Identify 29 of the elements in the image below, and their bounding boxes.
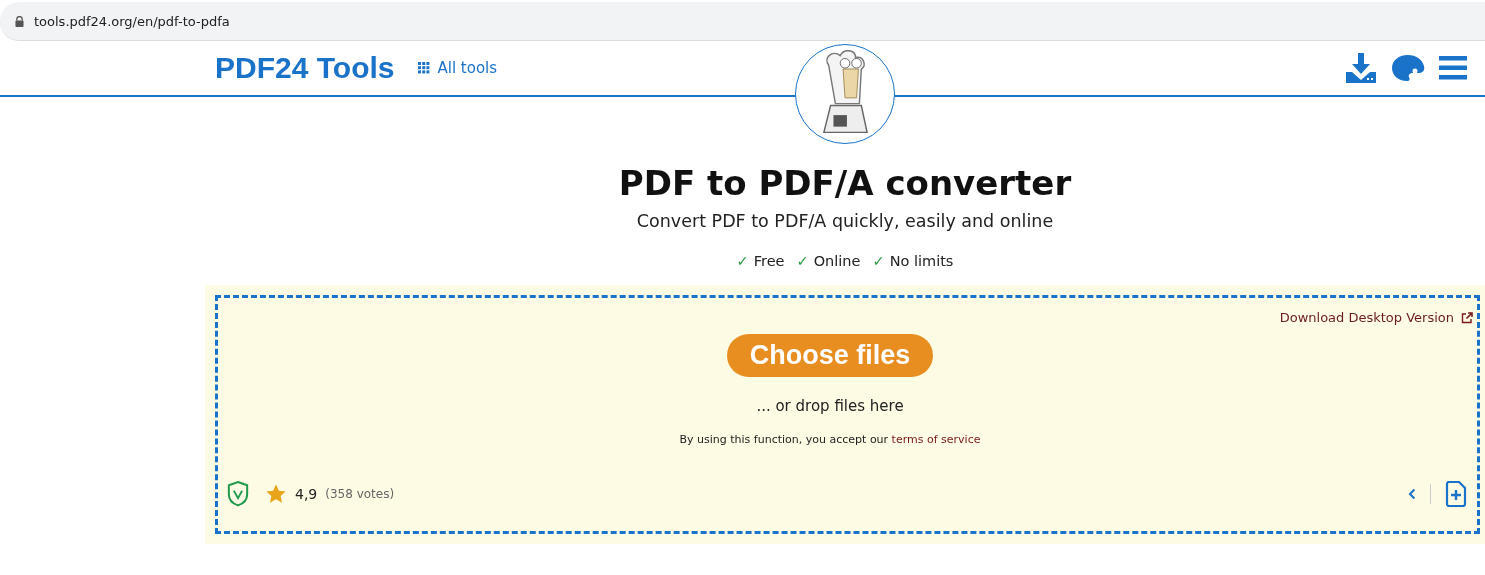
drop-hint: ... or drop files here: [756, 397, 904, 415]
subtitle: Convert PDF to PDF/A quickly, easily and online: [636, 211, 1054, 231]
terms-text: By using this function, you accept our: [679, 433, 889, 446]
url-text: tools.pdf24.org/en/pdf-to-pdfa: [34, 13, 230, 29]
vote-count: (358 votes): [325, 486, 395, 501]
star-icon: [265, 482, 287, 505]
rating-value: 4,9: [295, 485, 318, 502]
chevron-left-icon[interactable]: [1408, 487, 1416, 500]
terms-link[interactable]: terms of service: [891, 433, 981, 446]
feature-label: No limits: [889, 253, 954, 269]
feature-label: Free: [753, 253, 785, 269]
add-file-icon[interactable]: [1445, 480, 1467, 507]
grid-icon: [418, 62, 431, 74]
desktop-version-link[interactable]: Download Desktop Version: [1279, 310, 1454, 325]
shield-check-icon: [227, 480, 249, 507]
download-icon[interactable]: [1345, 52, 1377, 84]
site-logo[interactable]: PDF24 Tools: [215, 51, 395, 85]
all-tools-link[interactable]: All tools: [418, 59, 498, 77]
checkmark: ✓: [736, 253, 749, 269]
menu-icon[interactable]: [1439, 56, 1467, 80]
feature-label: Online: [813, 253, 861, 269]
checkmark: ✓: [872, 253, 885, 269]
lock-icon: [15, 15, 24, 27]
external-link-icon: [1461, 311, 1473, 324]
address-bar[interactable]: tools.pdf24.org/en/pdf-to-pdfa: [0, 2, 1485, 41]
page-title: PDF to PDF/A converter: [618, 163, 1072, 203]
checkmark: ✓: [796, 253, 809, 269]
palette-icon[interactable]: [1391, 54, 1425, 82]
drop-zone[interactable]: Download Desktop Version Choose files ... or drop files here By using this function, you accept our terms of service 4,9 (358 votes): [205, 285, 1485, 544]
